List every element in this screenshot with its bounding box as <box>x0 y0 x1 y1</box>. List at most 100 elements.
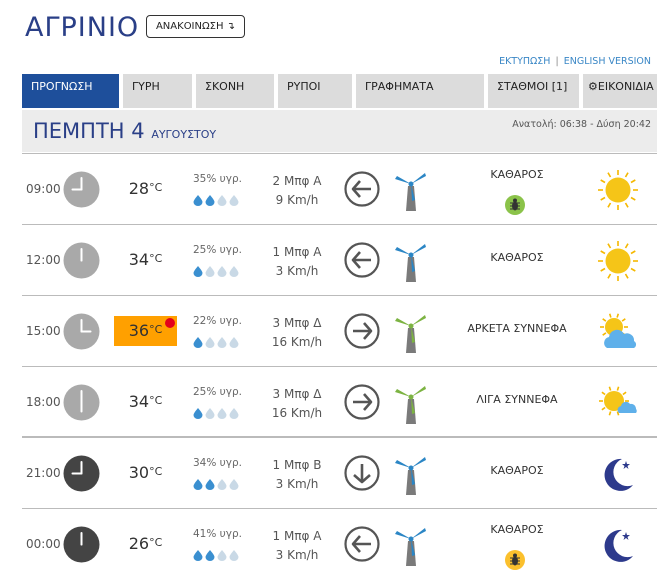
tab-stations[interactable]: ΣΤΑΘΜΟΙ [1] <box>488 74 579 108</box>
temperature-value: 26 <box>128 534 150 553</box>
sun-icon <box>596 168 640 212</box>
forecast-row: 00:00 26°C 41% υγρ. 1 Μπφ Α 3 Km/h ΚΑΘΑΡ… <box>22 508 657 578</box>
wind-direction-arrow-icon <box>344 313 380 349</box>
forecast-time: 09:00 <box>26 182 61 196</box>
insect-alert-icon <box>504 194 526 216</box>
wind-speed: 9 Km/h <box>275 193 319 207</box>
tab-charts[interactable]: ΓΡΑΦΗΜΑΤΑ <box>356 74 484 108</box>
wind-force: 3 Μπφ Δ <box>272 387 322 401</box>
temperature: 30°C <box>114 458 177 488</box>
temperature-unit: °C <box>149 181 163 194</box>
wind-force: 1 Μπφ Α <box>272 245 322 259</box>
print-link[interactable]: ΕΚΤΥΠΩΣΗ <box>499 56 550 67</box>
wind-info: 3 Μπφ Δ 16 Km/h <box>262 314 332 352</box>
humidity-drops-icon <box>193 262 241 277</box>
tab-label: ΠΡΟΓΝΩΣΗ <box>31 80 93 93</box>
forecast-row: 15:00 36°C 22% υγρ. 3 Μπφ Δ 16 Km/h ΑΡΚΕ… <box>22 295 657 366</box>
night-clock-icon <box>63 455 100 492</box>
tab-label: ΕΙΚΟΝΙΔΙΑ <box>597 80 654 93</box>
tab-icons[interactable]: ⚙ΕΙΚΟΝΙΔΙΑ <box>583 74 657 108</box>
humidity-label: 35% υγρ. <box>193 173 242 185</box>
windmill-icon <box>391 383 431 425</box>
tab-dust[interactable]: ΣΚΟΝΗ <box>196 74 274 108</box>
humidity-drops-icon <box>193 333 241 348</box>
forecast-row: 21:00 30°C 34% υγρ. 1 Μπφ Β 3 Km/h ΚΑΘΑΡ… <box>22 437 657 508</box>
top-links: ΕΚΤΥΠΩΣΗ | ENGLISH VERSION <box>499 56 651 67</box>
wind-speed: 3 Km/h <box>275 264 319 278</box>
heat-alert-dot <box>165 318 175 328</box>
weather-condition: ΛΙΓΑ ΣΥΝΝΕΦΑ <box>476 393 558 406</box>
wind-force: 1 Μπφ Β <box>272 458 322 472</box>
tab-pollutants[interactable]: ΡΥΠΟΙ <box>278 74 352 108</box>
city-title: ΑΓΡΙΝΙΟ <box>25 12 140 43</box>
wind-speed: 3 Km/h <box>275 477 319 491</box>
link-separator: | <box>555 56 559 67</box>
temperature: 34°C <box>114 387 177 417</box>
forecast-row: 12:00 34°C 25% υγρ. 1 Μπφ Α 3 Km/h ΚΑΘΑΡ… <box>22 224 657 295</box>
temperature: 28°C <box>114 174 177 204</box>
humidity-drops-icon <box>193 475 241 490</box>
sun-small-cloud-icon <box>596 381 640 425</box>
tab-forecast[interactable]: ΠΡΟΓΝΩΣΗ <box>22 74 119 108</box>
wind-info: 3 Μπφ Δ 16 Km/h <box>262 385 332 423</box>
weather-condition: ΚΑΘΑΡΟΣ <box>490 523 544 536</box>
temperature-value: 30 <box>128 463 150 482</box>
day-clock-icon <box>63 313 100 350</box>
tab-pollen[interactable]: ΓΥΡΗ <box>123 74 192 108</box>
night-clock-icon <box>63 526 100 563</box>
temperature-unit: °C <box>149 394 163 407</box>
english-version-link[interactable]: ENGLISH VERSION <box>564 56 651 67</box>
forecast-row: 09:00 28°C 35% υγρ. 2 Μπφ Α 9 Km/h ΚΑΘΑΡ… <box>22 153 657 224</box>
humidity-label: 41% υγρ. <box>193 528 242 540</box>
table-bottom-border <box>22 436 657 437</box>
wind-force: 2 Μπφ Α <box>272 174 322 188</box>
tab-label: ΓΡΑΦΗΜΑΤΑ <box>365 80 434 93</box>
sunrise-sunset: Ανατολή: 06:38 - Δύση 20:42 <box>512 119 651 130</box>
humidity-drops-icon <box>193 191 241 206</box>
forecast-time: 18:00 <box>26 395 61 409</box>
day-header: ΠΕΜΠΤΗ 4 ΑΥΓΟΥΣΤΟΥ Ανατολή: 06:38 - Δύση… <box>22 110 657 152</box>
announcement-button[interactable]: ΑΝΑΚΟΙΝΩΣΗ ↴ <box>146 15 245 38</box>
day-title: ΠΕΜΠΤΗ 4 ΑΥΓΟΥΣΤΟΥ <box>33 119 216 143</box>
windmill-icon <box>391 454 431 496</box>
tab-label: ΣΤΑΘΜΟΙ [1] <box>497 80 568 93</box>
wind-info: 1 Μπφ Α 3 Km/h <box>262 527 332 565</box>
wind-info: 2 Μπφ Α 9 Km/h <box>262 172 332 210</box>
wind-direction-arrow-icon <box>344 242 380 278</box>
wind-force: 3 Μπφ Δ <box>272 316 322 330</box>
day-clock-icon <box>63 171 100 208</box>
temperature-value: 28 <box>128 179 150 198</box>
forecast-row: 18:00 34°C 25% υγρ. 3 Μπφ Δ 16 Km/h ΛΙΓΑ… <box>22 366 657 437</box>
humidity-label: 25% υγρ. <box>193 244 242 256</box>
gear-icon: ⚙ <box>588 80 598 93</box>
wind-direction-arrow-icon <box>344 384 380 420</box>
forecast-time: 21:00 <box>26 466 61 480</box>
humidity-label: 22% υγρ. <box>193 315 242 327</box>
temperature-unit: °C <box>149 323 163 336</box>
windmill-icon <box>391 170 431 212</box>
humidity-drops-icon <box>193 404 241 419</box>
weather-condition: ΚΑΘΑΡΟΣ <box>490 251 544 264</box>
temperature-value: 34 <box>128 392 150 411</box>
humidity-label: 25% υγρ. <box>193 386 242 398</box>
wind-direction-arrow-icon <box>344 171 380 207</box>
humidity-drops-icon <box>193 546 241 561</box>
tab-label: ΓΥΡΗ <box>132 80 160 93</box>
weather-condition: ΚΑΘΑΡΟΣ <box>490 464 544 477</box>
forecast-time: 15:00 <box>26 324 61 338</box>
tab-bar: ΠΡΟΓΝΩΣΗ ΓΥΡΗ ΣΚΟΝΗ ΡΥΠΟΙ ΓΡΑΦΗΜΑΤΑ ΣΤΑΘ… <box>22 74 657 108</box>
temperature: 36°C <box>114 316 177 346</box>
wind-direction-arrow-icon <box>344 455 380 491</box>
temperature-value: 34 <box>128 250 150 269</box>
wind-direction-arrow-icon <box>344 526 380 562</box>
day-clock-icon <box>63 242 100 279</box>
day-name: ΠΕΜΠΤΗ 4 <box>33 119 145 143</box>
temperature-unit: °C <box>149 536 163 549</box>
day-clock-icon <box>63 384 100 421</box>
tab-label: ΡΥΠΟΙ <box>287 80 321 93</box>
humidity-label: 34% υγρ. <box>193 457 242 469</box>
temperature: 34°C <box>114 245 177 275</box>
tab-label: ΣΚΟΝΗ <box>205 80 245 93</box>
wind-info: 1 Μπφ Α 3 Km/h <box>262 243 332 281</box>
moon-icon <box>596 452 640 496</box>
